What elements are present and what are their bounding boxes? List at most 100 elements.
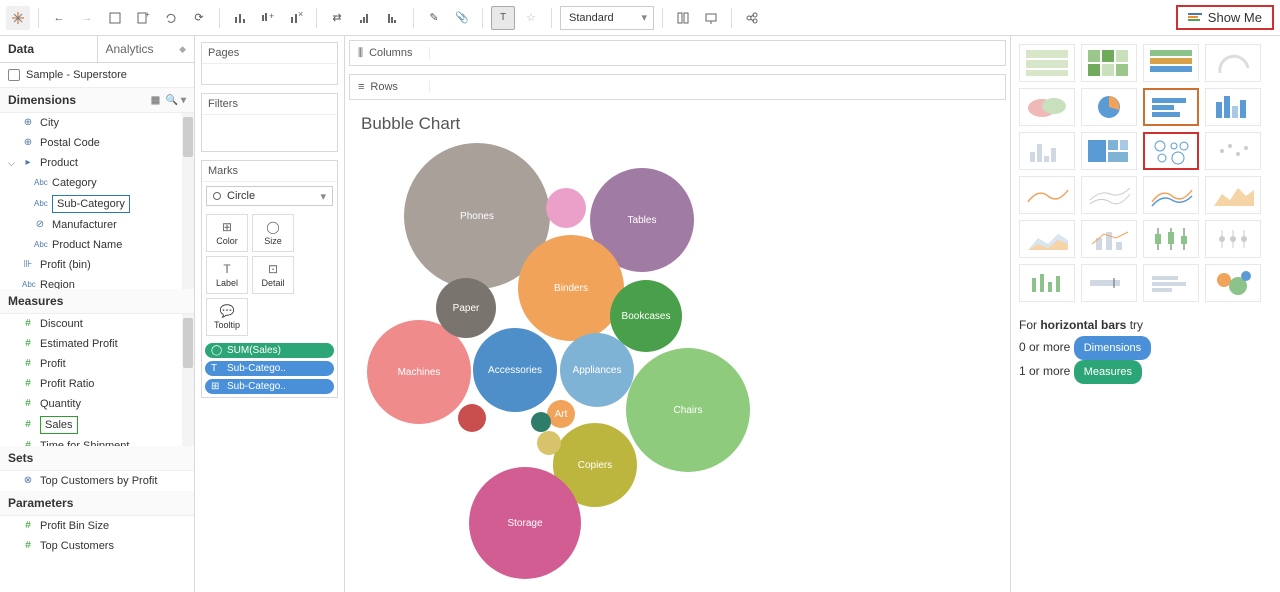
showme-chart-type[interactable] (1081, 264, 1137, 302)
dimension-field[interactable]: AbcRegion (0, 275, 194, 289)
viz-title[interactable]: Bubble Chart (345, 104, 1010, 144)
presentation-icon[interactable] (699, 6, 723, 30)
showme-chart-type[interactable] (1143, 220, 1199, 258)
forward-icon[interactable]: → (75, 6, 99, 30)
dimension-field[interactable]: AbcCategory (0, 173, 194, 193)
showme-chart-type[interactable] (1081, 220, 1137, 258)
mark-size-button[interactable]: ◯Size (252, 214, 294, 252)
datasource-row[interactable]: Sample - Superstore (0, 63, 194, 88)
showme-chart-type[interactable] (1019, 176, 1075, 214)
showme-chart-type[interactable] (1019, 88, 1075, 126)
marks-card: Marks Circle ⊞Color◯SizeTLabel⊡Detail💬To… (201, 160, 338, 398)
cards-icon[interactable] (671, 6, 695, 30)
showme-chart-type[interactable] (1081, 44, 1137, 82)
find-field-icon[interactable]: ▦ 🔍 ▾ (151, 95, 186, 106)
measure-field[interactable]: #Profit Ratio (0, 374, 194, 394)
showme-chart-type[interactable] (1143, 88, 1199, 126)
showme-chart-type[interactable] (1205, 220, 1261, 258)
refresh-icon[interactable] (159, 6, 183, 30)
share-icon[interactable] (740, 6, 764, 30)
mark-type-select[interactable]: Circle (206, 186, 333, 206)
showme-chart-type[interactable] (1205, 132, 1261, 170)
duplicate-sheet-icon[interactable]: + (256, 6, 280, 30)
showme-chart-type[interactable] (1143, 132, 1199, 170)
color-icon: ⊞ (222, 220, 232, 234)
dimension-field[interactable]: ⊘Manufacturer (0, 215, 194, 235)
mark-label-button[interactable]: TLabel (206, 256, 248, 294)
fit-select[interactable]: Standard (560, 6, 654, 30)
measures-header: Measures (0, 289, 194, 314)
new-sheet-icon[interactable] (228, 6, 252, 30)
bubble-mark[interactable]: Chairs (626, 348, 750, 472)
tab-data[interactable]: Data (0, 36, 97, 62)
dimension-field[interactable]: ⊕City (0, 113, 194, 133)
clear-sheet-icon[interactable]: × (284, 6, 308, 30)
parameter-field[interactable]: #Profit Bin Size (0, 516, 194, 536)
bubble-mark[interactable] (531, 412, 551, 432)
new-datasource-icon[interactable]: + (131, 6, 155, 30)
back-icon[interactable]: ← (47, 6, 71, 30)
mark-tooltip-button[interactable]: 💬Tooltip (206, 298, 248, 336)
mark-color-button[interactable]: ⊞Color (206, 214, 248, 252)
star-icon[interactable]: ☆ (519, 6, 543, 30)
dimensions-header: Dimensions ▦ 🔍 ▾ (0, 88, 194, 113)
measure-field[interactable]: #Sales (0, 414, 194, 436)
dimension-field[interactable]: ⊪Profit (bin) (0, 255, 194, 275)
showme-chart-type[interactable] (1205, 88, 1261, 126)
bubble-mark[interactable]: Accessories (473, 328, 557, 412)
save-icon[interactable] (103, 6, 127, 30)
size-icon: ◯ (266, 220, 279, 234)
sort-desc-icon[interactable] (381, 6, 405, 30)
showme-chart-type[interactable] (1019, 264, 1075, 302)
field-pill[interactable]: ◯SUM(Sales) (205, 343, 334, 358)
show-me-button[interactable]: Show Me (1176, 5, 1274, 30)
tableau-logo-icon[interactable] (6, 6, 30, 30)
label-toggle-icon[interactable]: T (491, 6, 515, 30)
dimension-field[interactable]: ⌵▸Product (0, 153, 194, 173)
field-pill[interactable]: ⊞Sub-Catego.. (205, 379, 334, 394)
measure-field[interactable]: #Time for Shipment (0, 436, 194, 446)
field-pill[interactable]: TSub-Catego.. (205, 361, 334, 376)
showme-chart-type[interactable] (1081, 176, 1137, 214)
measure-field[interactable]: #Profit (0, 354, 194, 374)
measure-field[interactable]: #Estimated Profit (0, 334, 194, 354)
bubble-mark[interactable]: Art (547, 400, 575, 428)
showme-chart-type[interactable] (1019, 132, 1075, 170)
rows-shelf[interactable]: ≡Rows (349, 74, 1006, 100)
dimension-field[interactable]: AbcSub-Category (0, 193, 194, 215)
showme-chart-type[interactable] (1019, 220, 1075, 258)
dimension-field[interactable]: ⊕Postal Code (0, 133, 194, 153)
tab-analytics[interactable]: Analytics◆ (97, 36, 195, 62)
bubble-mark[interactable]: Appliances (560, 333, 634, 407)
bubble-mark[interactable]: Paper (436, 278, 496, 338)
refresh-dropdown-icon[interactable]: ⟳ (187, 6, 211, 30)
bubble-mark[interactable] (458, 404, 486, 432)
filters-shelf[interactable]: Filters (201, 93, 338, 152)
swap-icon[interactable]: ⇄ (325, 6, 349, 30)
showme-chart-type[interactable] (1205, 264, 1261, 302)
showme-chart-type[interactable] (1019, 44, 1075, 82)
mark-detail-button[interactable]: ⊡Detail (252, 256, 294, 294)
set-field[interactable]: ⊗Top Customers by Profit (0, 471, 194, 491)
bubble-mark[interactable]: Binders (518, 235, 624, 341)
showme-chart-type[interactable] (1205, 176, 1261, 214)
showme-chart-type[interactable] (1143, 176, 1199, 214)
group-icon[interactable]: 📎 (450, 6, 474, 30)
measure-field[interactable]: #Quantity (0, 394, 194, 414)
measure-field[interactable]: #Discount (0, 314, 194, 334)
showme-chart-type[interactable] (1143, 44, 1199, 82)
columns-shelf[interactable]: ⫼Columns (349, 40, 1006, 66)
showme-chart-type[interactable] (1143, 264, 1199, 302)
showme-chart-type[interactable] (1081, 132, 1137, 170)
showme-chart-type[interactable] (1081, 88, 1137, 126)
bubble-mark[interactable]: Storage (469, 467, 581, 579)
sort-asc-icon[interactable] (353, 6, 377, 30)
showme-chart-type[interactable] (1205, 44, 1261, 82)
pages-shelf[interactable]: Pages (201, 42, 338, 85)
highlight-icon[interactable]: ✎ (422, 6, 446, 30)
bubble-mark[interactable] (546, 188, 586, 228)
viz-canvas[interactable]: PhonesTablesBindersBookcasesMachinesAcce… (345, 144, 1010, 592)
parameter-field[interactable]: #Top Customers (0, 536, 194, 556)
bubble-mark[interactable] (537, 431, 561, 455)
dimension-field[interactable]: AbcProduct Name (0, 235, 194, 255)
